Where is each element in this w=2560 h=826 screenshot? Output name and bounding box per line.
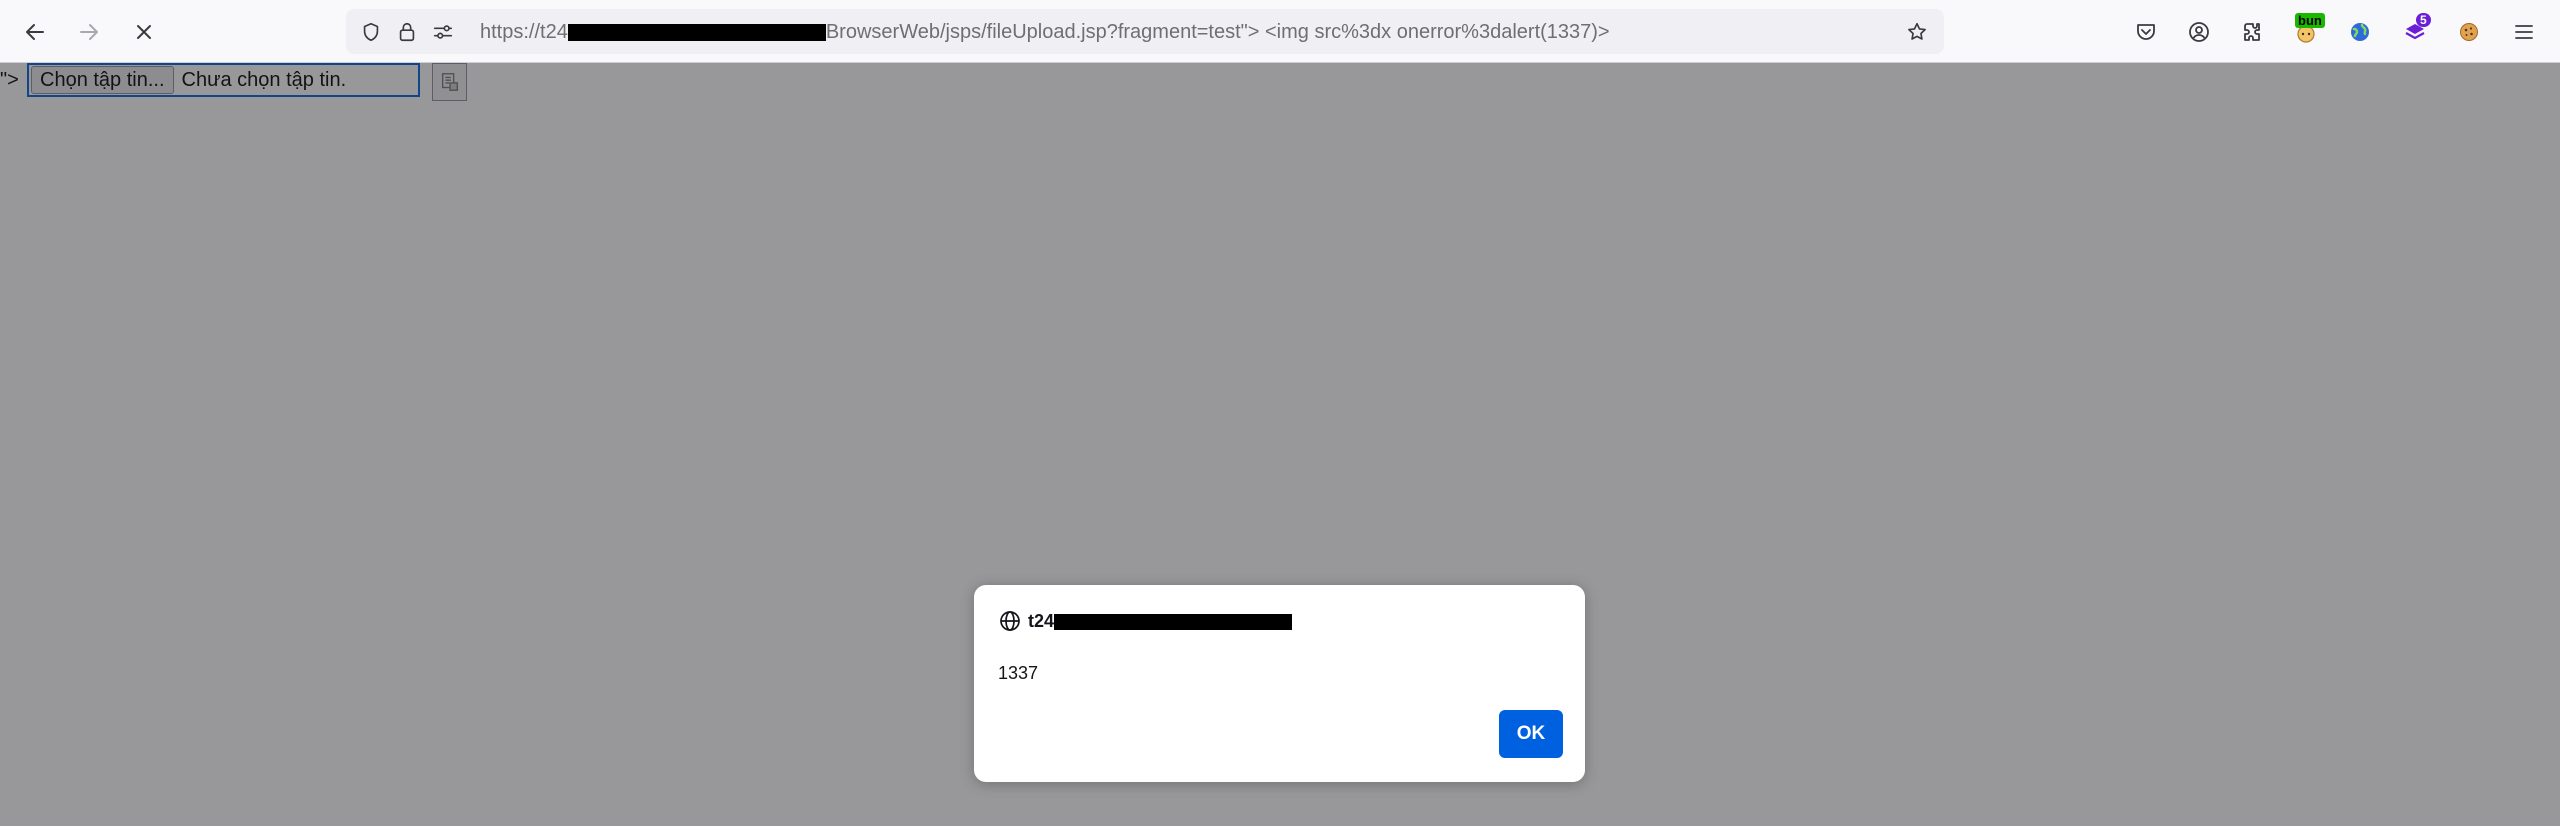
pocket-button[interactable] [2127, 13, 2165, 51]
redaction-bar [567, 24, 826, 42]
shield-icon [363, 22, 379, 42]
redaction-bar [1054, 614, 1293, 631]
stop-button[interactable] [126, 14, 162, 50]
url-text[interactable]: https://t24 BrowserWeb/jsps/fileUpload.js… [480, 20, 1610, 44]
tracking-protection-button[interactable] [358, 19, 384, 45]
cookie-icon [2460, 23, 2478, 41]
globe-icon [1000, 611, 1020, 631]
sliders-icon [433, 25, 453, 39]
permissions-button[interactable] [430, 19, 456, 45]
hamburger-menu-icon [2515, 25, 2533, 39]
forward-button[interactable] [71, 14, 107, 50]
ok-button[interactable]: OK [1499, 710, 1563, 758]
puzzle-icon [2244, 23, 2260, 41]
url-prefix: https://t24 [480, 21, 568, 43]
address-bar[interactable]: https://t24 BrowserWeb/jsps/fileUpload.js… [346, 9, 1944, 54]
globe-extension-icon [2351, 23, 2369, 41]
pocket-icon [2137, 24, 2155, 40]
close-icon [137, 25, 151, 39]
extension-badge-count: 5 [2416, 13, 2431, 27]
extensions-button[interactable] [2234, 13, 2272, 51]
account-button[interactable] [2180, 13, 2218, 51]
back-button[interactable] [17, 14, 53, 50]
arrow-right-icon [80, 24, 98, 40]
account-icon [2189, 22, 2209, 42]
arrow-left-icon [26, 24, 44, 40]
bookmark-star-button[interactable] [1904, 19, 1930, 45]
extension-badge: bun [2295, 13, 2325, 28]
alert-dialog: t24 1337 OK [974, 585, 1585, 782]
dialog-origin: t24 [1028, 609, 1293, 633]
site-security-button[interactable] [394, 19, 420, 45]
dialog-origin-text: t24 [1028, 611, 1055, 631]
dialog-message: 1337 [998, 663, 1039, 683]
extension-bun-button[interactable]: bun [2287, 13, 2325, 51]
extension-stack-button[interactable]: 5 [2396, 13, 2434, 51]
lock-icon [399, 22, 415, 42]
extension-cookie-button[interactable] [2450, 13, 2488, 51]
url-suffix: BrowserWeb/jsps/fileUpload.jsp?fragment=… [825, 21, 1610, 43]
browser-toolbar: https://t24 BrowserWeb/jsps/fileUpload.js… [0, 0, 2560, 63]
app-menu-button[interactable] [2505, 13, 2543, 51]
extension-globe-button[interactable] [2341, 13, 2379, 51]
star-icon [1908, 22, 1926, 40]
